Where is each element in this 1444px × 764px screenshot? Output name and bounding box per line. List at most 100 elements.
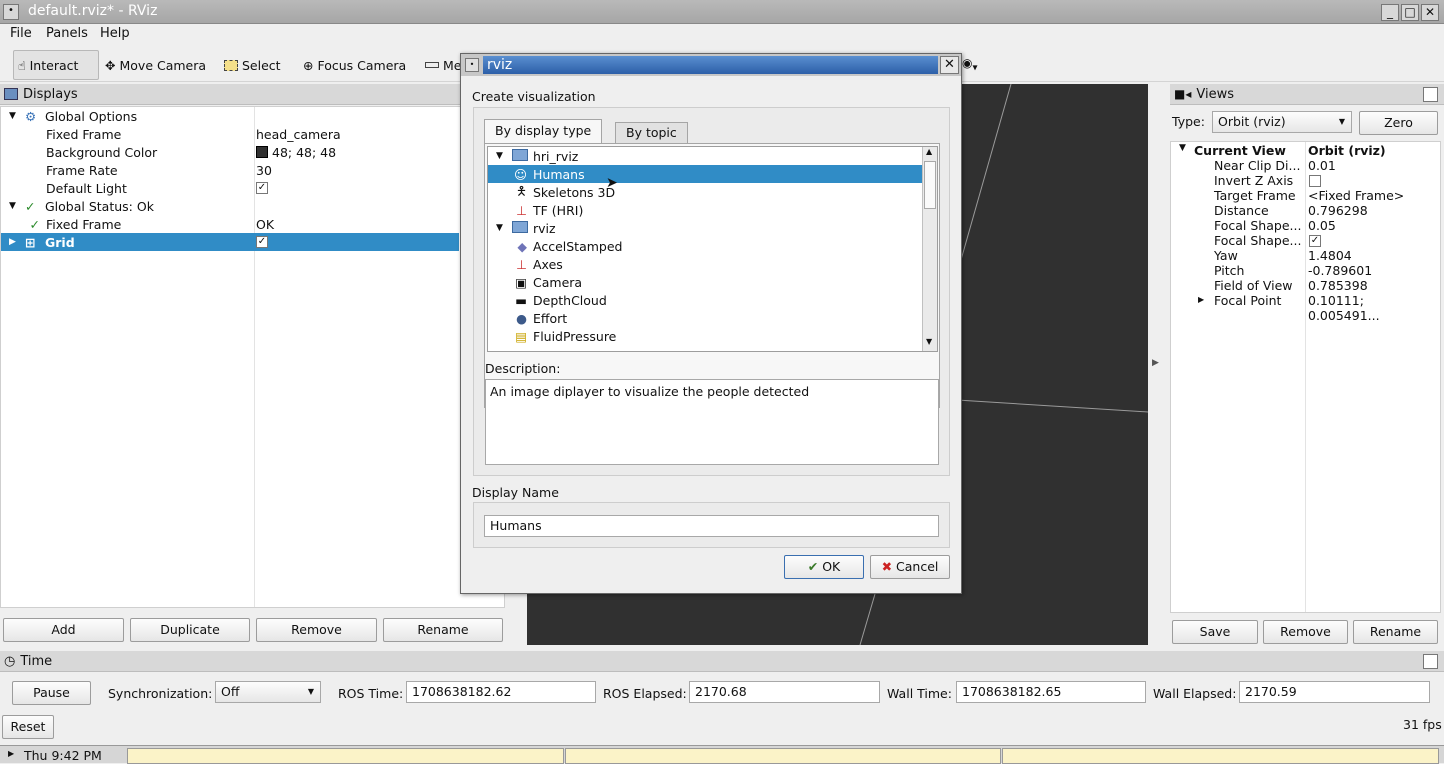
row-value[interactable]: 0.785398 xyxy=(1308,278,1368,293)
collapse-arrow-icon[interactable]: ▶ xyxy=(1198,295,1204,304)
tool-focus-camera[interactable]: ⊕ Focus Camera xyxy=(299,50,410,80)
list-item-effort[interactable]: ● Effort xyxy=(488,309,922,327)
display-name-input[interactable]: Humans xyxy=(484,515,939,537)
tool-interact[interactable]: ☝ Interact xyxy=(13,50,99,80)
tree-row-global-options[interactable]: ▼ ⚙ Global Options xyxy=(1,107,459,125)
expand-arrow-icon[interactable]: ▼ xyxy=(488,223,512,233)
row-value[interactable]: 1.4804 xyxy=(1308,248,1352,263)
sync-select[interactable]: Off ▼ xyxy=(215,681,321,703)
remove-view-button[interactable]: Remove xyxy=(1263,620,1348,644)
expand-arrow-icon[interactable]: ▼ xyxy=(1179,143,1186,153)
zero-button[interactable]: Zero xyxy=(1359,111,1438,135)
tree-row-current-view[interactable]: ▼ Current View Orbit (rviz) xyxy=(1171,143,1437,158)
ros-elapsed-field[interactable]: 2170.68 xyxy=(689,681,880,703)
expand-arrow-icon[interactable]: ▼ xyxy=(1,111,25,121)
rename-display-button[interactable]: Rename xyxy=(383,618,503,642)
row-value[interactable]: <Fixed Frame> xyxy=(1308,188,1404,203)
add-display-button[interactable]: Add xyxy=(3,618,124,642)
expand-arrow-icon[interactable]: ▼ xyxy=(1,201,25,211)
reset-button[interactable]: Reset xyxy=(2,715,54,739)
list-item-accelstamped[interactable]: ◆ AccelStamped xyxy=(488,237,922,255)
save-view-button[interactable]: Save xyxy=(1172,620,1258,644)
list-item-skeletons-3d[interactable]: 🯅 Skeletons 3D xyxy=(488,183,922,201)
scroll-up-icon[interactable]: ▲ xyxy=(926,147,932,156)
menu-file[interactable]: File xyxy=(10,26,32,41)
more-tools-icon[interactable]: ◉▾ xyxy=(962,56,978,73)
default-light-checkbox[interactable]: ✓ xyxy=(256,182,268,194)
dialog-titlebar[interactable]: • rviz ✕ xyxy=(461,54,961,76)
views-row[interactable]: Field of View 0.785398 xyxy=(1171,278,1437,293)
dialog-menu-icon[interactable]: • xyxy=(465,58,479,72)
collapse-arrow-icon[interactable]: ▶ xyxy=(1,237,25,247)
tab-by-topic[interactable]: By topic xyxy=(615,122,688,144)
views-row[interactable]: Focal Shape... 0.05 xyxy=(1171,218,1437,233)
invert-z-checkbox[interactable] xyxy=(1309,175,1321,187)
tree-row-global-status[interactable]: ▼ ✓ Global Status: Ok xyxy=(1,197,459,215)
window-titlebar[interactable]: • default.rviz* - RViz _ □ ✕ xyxy=(0,0,1444,24)
taskbar-item[interactable] xyxy=(565,748,1001,764)
tree-row-grid[interactable]: ▶ ⊞ Grid ✓ xyxy=(1,233,459,251)
views-row[interactable]: Focal Shape... ✓ xyxy=(1171,233,1437,248)
remove-display-button[interactable]: Remove xyxy=(256,618,377,642)
tool-select[interactable]: Select xyxy=(220,50,285,80)
list-item-humans[interactable]: ☺ Humans xyxy=(488,165,922,183)
group-rviz[interactable]: ▼ rviz xyxy=(488,219,922,237)
tree-row-frame-rate[interactable]: Frame Rate 30 xyxy=(1,161,459,179)
scrollbar-thumb[interactable] xyxy=(924,161,936,209)
views-panel-float-button[interactable] xyxy=(1423,87,1438,102)
close-window-button[interactable]: ✕ xyxy=(1421,4,1439,21)
window-menu-icon[interactable]: • xyxy=(3,4,19,20)
focal-shape-checkbox[interactable]: ✓ xyxy=(1309,235,1321,247)
list-item-tf-hri[interactable]: ⊥ TF (HRI) xyxy=(488,201,922,219)
color-swatch[interactable] xyxy=(256,146,268,158)
rename-view-button[interactable]: Rename xyxy=(1353,620,1438,644)
list-item-fluidpressure[interactable]: ▤ FluidPressure xyxy=(488,327,922,345)
ok-button[interactable]: ✔ OK xyxy=(784,555,864,579)
view-type-select[interactable]: Orbit (rviz) ▼ xyxy=(1212,111,1352,133)
views-row[interactable]: ▶ Focal Point 0.10111; 0.005491... xyxy=(1171,293,1437,323)
tool-move-camera[interactable]: ✥ Move Camera xyxy=(101,50,210,80)
dialog-close-button[interactable]: ✕ xyxy=(940,56,959,74)
tree-row-background-color[interactable]: Background Color 48; 48; 48 xyxy=(1,143,459,161)
views-row[interactable]: Pitch -0.789601 xyxy=(1171,263,1437,278)
row-value[interactable]: head_camera xyxy=(256,127,341,142)
list-item-camera[interactable]: ▣ Camera xyxy=(488,273,922,291)
duplicate-display-button[interactable]: Duplicate xyxy=(130,618,250,642)
row-value[interactable]: 30 xyxy=(256,163,272,178)
row-value[interactable]: 48; 48; 48 xyxy=(272,145,336,160)
wall-elapsed-field[interactable]: 2170.59 xyxy=(1239,681,1430,703)
taskbar-item[interactable] xyxy=(127,748,564,764)
row-value[interactable]: 0.05 xyxy=(1308,218,1336,233)
taskbar-arrow-icon[interactable]: ▶ xyxy=(8,749,14,758)
row-value[interactable]: -0.789601 xyxy=(1308,263,1372,278)
menu-help[interactable]: Help xyxy=(100,26,130,41)
wall-time-field[interactable]: 1708638182.65 xyxy=(956,681,1146,703)
group-hri-rviz[interactable]: ▼ hri_rviz xyxy=(488,147,922,165)
list-scrollbar[interactable]: ▲ ▼ xyxy=(922,147,937,351)
pause-button[interactable]: Pause xyxy=(12,681,91,705)
maximize-button[interactable]: □ xyxy=(1401,4,1419,21)
list-item-depthcloud[interactable]: ▬ DepthCloud xyxy=(488,291,922,309)
grid-enabled-checkbox[interactable]: ✓ xyxy=(256,236,268,248)
row-value[interactable]: 0.01 xyxy=(1308,158,1336,173)
expand-arrow-icon[interactable]: ▼ xyxy=(488,151,512,161)
views-row[interactable]: Yaw 1.4804 xyxy=(1171,248,1437,263)
views-row[interactable]: Distance 0.796298 xyxy=(1171,203,1437,218)
time-panel-float-button[interactable] xyxy=(1423,654,1438,669)
tree-row-fixed-frame[interactable]: Fixed Frame head_camera xyxy=(1,125,459,143)
menu-panels[interactable]: Panels xyxy=(46,26,88,41)
tree-row-default-light[interactable]: Default Light ✓ xyxy=(1,179,459,197)
ros-time-field[interactable]: 1708638182.62 xyxy=(406,681,596,703)
row-value[interactable]: 0.796298 xyxy=(1308,203,1368,218)
views-row[interactable]: Target Frame <Fixed Frame> xyxy=(1171,188,1437,203)
tree-row-status-fixed-frame[interactable]: ✓ Fixed Frame OK xyxy=(1,215,459,233)
views-row[interactable]: Invert Z Axis xyxy=(1171,173,1437,188)
taskbar-item[interactable] xyxy=(1002,748,1439,764)
row-value[interactable]: 0.10111; 0.005491... xyxy=(1308,293,1437,323)
list-item-axes[interactable]: ⊥ Axes xyxy=(488,255,922,273)
cancel-button[interactable]: ✖ Cancel xyxy=(870,555,950,579)
tab-by-display-type[interactable]: By display type xyxy=(484,119,603,144)
minimize-button[interactable]: _ xyxy=(1381,4,1399,21)
splitter-arrow-icon[interactable]: ▶ xyxy=(1152,358,1159,368)
views-row[interactable]: Near Clip Di... 0.01 xyxy=(1171,158,1437,173)
